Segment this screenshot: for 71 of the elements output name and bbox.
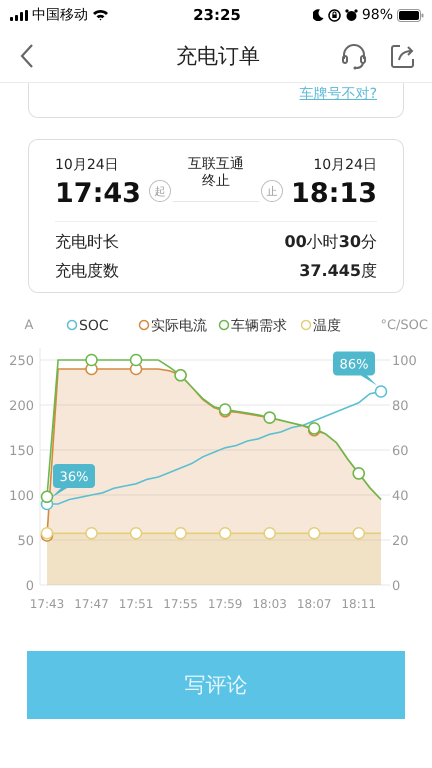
value-callout: 36% [51,464,95,498]
data-point [218,527,232,540]
end-badge: 止 [261,180,284,202]
headset-icon [340,42,368,70]
data-point [130,527,142,540]
y-tick-label: 50 [17,534,34,549]
start-time: 17:43 [55,178,141,209]
x-tick-label: 17:55 [163,597,198,611]
y-tick-label: 0 [392,579,400,594]
legend-item[interactable]: 车辆需求 [218,318,287,334]
x-tick-label: 17:47 [74,597,109,611]
x-tick-label: 18:07 [296,597,332,611]
data-point [174,527,187,540]
legend-label: SOC [79,318,109,334]
row-value: 00小时30分 [284,232,377,253]
axis-title: °C/SOC [380,318,428,333]
data-point [352,527,365,540]
legend-label: 温度 [313,318,341,334]
chevron-icon [20,43,34,69]
alarm-icon [344,8,358,22]
y-tick-label: 200 [9,399,34,414]
data-point [130,354,142,366]
legend-label: 实际电流 [151,318,207,334]
wifi-icon [92,9,109,21]
y-tick-label: 80 [392,399,409,414]
data-point [85,354,98,366]
signal-icon [10,10,28,20]
legend-label: 车辆需求 [231,318,287,334]
row-label: 充电度数 [55,261,119,282]
rotation-lock-icon [328,8,341,22]
start-date: 10月24日 [55,156,120,174]
data-point [308,527,320,540]
value-callout: 86% [333,352,377,386]
data-point [40,490,54,504]
y-tick-label: 250 [9,354,34,369]
y-tick-label: 60 [392,444,409,459]
row-value: 37.445度 [299,261,377,282]
data-point [263,527,276,540]
end-date: 10月24日 [313,156,377,174]
y-tick-label: 100 [392,354,417,369]
y-tick-label: 150 [9,444,34,459]
battery-icon [397,8,424,22]
stop-reason: 互联互通 [188,156,244,173]
x-tick-label: 17:43 [30,597,64,611]
row-label: 充电时长 [55,232,119,253]
page-title: 充电订单 [176,43,260,70]
data-point [374,385,388,398]
x-tick-label: 18:03 [252,597,287,611]
annotation: 86% [340,358,368,372]
y-tick-label: 100 [9,489,34,504]
x-tick-label: 18:11 [341,597,376,611]
annotation: 36% [60,470,88,485]
share-icon [390,43,416,69]
battery-percent: 98% [362,7,393,23]
carrier-name: 中国移动 [32,6,88,24]
x-tick-label: 17:51 [118,597,154,611]
data-point [85,527,98,540]
y-tick-label: 20 [392,534,409,549]
legend-item[interactable]: 实际电流 [138,318,207,334]
axis-title: A [24,318,34,333]
y-tick-label: 0 [26,579,34,594]
legend-item[interactable]: SOC [66,318,109,334]
legend-item[interactable]: 温度 [300,318,341,334]
x-tick-label: 17:59 [208,597,242,611]
end-time: 18:13 [291,178,377,209]
moon-icon [312,9,324,21]
start-badge: 起 [148,180,171,202]
clock-time: 23:25 [193,6,241,24]
data-point [40,527,54,540]
y-tick-label: 40 [392,489,409,504]
stop-reason: 终止 [202,173,230,190]
